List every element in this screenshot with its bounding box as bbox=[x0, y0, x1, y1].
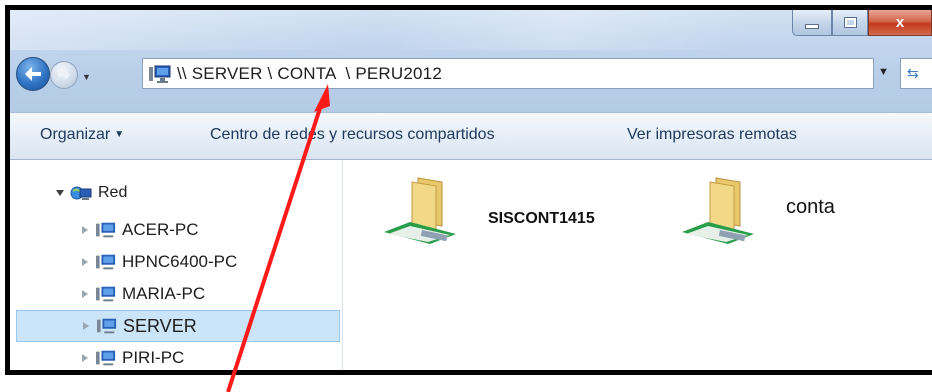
chevron-down-icon: ▼ bbox=[114, 129, 125, 140]
close-button[interactable]: x bbox=[868, 10, 932, 36]
collapsed-triangle-icon[interactable] bbox=[82, 226, 88, 234]
network-center-button[interactable]: Centro de redes y recursos compartidos bbox=[210, 126, 495, 144]
maximize-button[interactable] bbox=[832, 10, 868, 36]
computer-label: PIRI-PC bbox=[122, 348, 185, 367]
computer-icon bbox=[96, 350, 116, 366]
title-bar: x ▼ \\ SERVER \ CONTA \ PERU2012 ▼ ⇆ bbox=[10, 10, 932, 112]
network-computer-icon bbox=[149, 65, 171, 83]
remote-printers-button[interactable]: Ver impresoras remotas bbox=[627, 126, 797, 144]
expanded-triangle-icon[interactable] bbox=[56, 190, 64, 196]
forward-arrow-icon bbox=[58, 69, 70, 81]
computer-icon bbox=[96, 286, 116, 302]
tree-item-computer[interactable]: PIRI-PC bbox=[16, 342, 340, 370]
caption-buttons: x bbox=[792, 10, 932, 38]
tree-item-computer[interactable]: HPNC6400-PC bbox=[16, 246, 340, 278]
back-arrow-icon bbox=[25, 67, 41, 81]
tree-item-computer[interactable]: ACER-PC bbox=[16, 214, 340, 246]
collapsed-triangle-icon[interactable] bbox=[82, 354, 88, 362]
tree-item-computer[interactable]: MARIA-PC bbox=[16, 278, 340, 310]
minimize-icon bbox=[805, 24, 819, 29]
address-bar[interactable]: \\ SERVER \ CONTA \ PERU2012 bbox=[142, 58, 874, 89]
share-label: SISCONT1415 bbox=[488, 210, 595, 227]
computer-label: ACER-PC bbox=[122, 220, 199, 239]
network-globe-icon bbox=[70, 186, 92, 200]
tree-root-label: Red bbox=[98, 184, 128, 201]
command-bar: Organizar ▼ Centro de redes y recursos co… bbox=[10, 112, 932, 160]
back-button[interactable] bbox=[16, 57, 50, 91]
forward-button[interactable] bbox=[50, 61, 78, 89]
address-path: \\ SERVER \ CONTA \ PERU2012 bbox=[177, 63, 442, 83]
close-icon: x bbox=[895, 14, 905, 31]
collapsed-triangle-icon[interactable] bbox=[82, 258, 88, 266]
refresh-button[interactable]: ⇆ bbox=[900, 58, 932, 89]
organize-menu[interactable]: Organizar ▼ bbox=[40, 126, 124, 144]
shared-folder-icon bbox=[682, 177, 754, 244]
computer-label: MARIA-PC bbox=[122, 284, 206, 303]
shared-folder-icon bbox=[384, 177, 456, 244]
tree-item-computer-selected[interactable]: SERVER bbox=[16, 310, 340, 342]
address-dropdown-icon[interactable]: ▼ bbox=[878, 66, 889, 78]
computer-icon bbox=[97, 318, 117, 334]
share-label: conta bbox=[786, 195, 835, 218]
computer-icon bbox=[96, 222, 116, 238]
share-item[interactable]: conta bbox=[680, 174, 835, 246]
file-list: SISCONT1415 conta bbox=[344, 160, 932, 370]
recent-pages-dropdown[interactable]: ▼ bbox=[82, 72, 91, 82]
explorer-window: x ▼ \\ SERVER \ CONTA \ PERU2012 ▼ ⇆ Org… bbox=[10, 10, 932, 370]
navigation-pane: Red ACER-PC HPNC6400-PC MARIA-PC SERVER … bbox=[10, 160, 343, 370]
computer-label: HPNC6400-PC bbox=[122, 252, 238, 271]
minimize-button[interactable] bbox=[792, 10, 832, 36]
computer-label: SERVER bbox=[123, 315, 197, 336]
computer-icon bbox=[96, 254, 116, 270]
tree-root-network[interactable]: Red bbox=[56, 184, 127, 202]
organize-label: Organizar bbox=[40, 126, 111, 143]
refresh-icon: ⇆ bbox=[907, 65, 919, 81]
collapsed-triangle-icon[interactable] bbox=[82, 290, 88, 298]
maximize-icon bbox=[843, 17, 857, 28]
collapsed-triangle-icon[interactable] bbox=[83, 322, 89, 330]
share-item[interactable]: SISCONT1415 bbox=[382, 174, 595, 246]
